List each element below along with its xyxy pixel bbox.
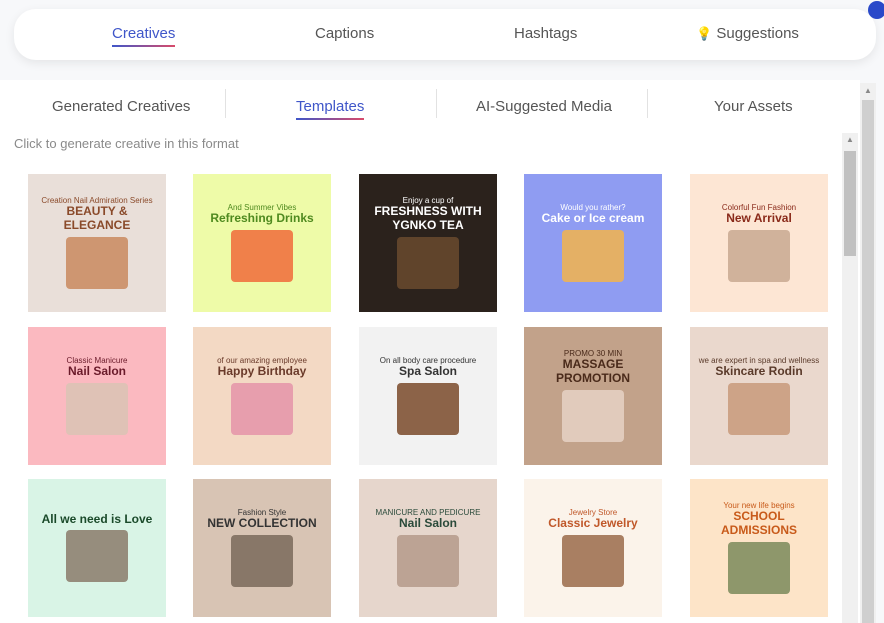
template-title: Nail Salon [398,516,457,531]
template-card[interactable]: MANICURE AND PEDICURE Nail Salon [359,479,497,617]
template-photo [66,530,128,583]
tab-suggestions[interactable]: 💡 Suggestions [696,25,799,42]
template-photo [397,236,459,289]
inner-scrollbar[interactable]: ▲ [842,133,858,623]
scroll-up-icon[interactable]: ▲ [843,135,857,144]
templates-panel: Generated Creatives Templates AI-Suggest… [0,80,860,623]
template-card[interactable]: Fashion Style NEW COLLECTION [193,479,331,617]
template-card[interactable]: Colorful Fun Fashion New Arrival [690,174,828,312]
template-title: Happy Birthday [217,364,307,379]
template-title: New Arrival [726,211,792,226]
template-card[interactable]: And Summer Vibes Refreshing Drinks [193,174,331,312]
lightbulb-icon: 💡 [696,26,713,41]
template-card[interactable]: Jewelry Store Classic Jewelry [524,479,662,617]
scrollbar-thumb[interactable] [844,151,856,256]
template-photo [562,389,624,442]
template-card[interactable]: PROMO 30 MIN MASSAGE PROMOTION [524,327,662,465]
scrollbar-thumb[interactable] [862,100,874,623]
template-photo [231,382,293,435]
template-title: Skincare Rodin [715,364,803,379]
template-photo [397,534,459,587]
template-card[interactable]: Your new life begins SCHOOL ADMISSIONS [690,479,828,617]
tab-creatives[interactable]: Creatives [112,25,176,47]
template-card[interactable]: we are expert in spa and wellness Skinca… [690,327,828,465]
subtab-generated-creatives[interactable]: Generated Creatives [52,98,190,115]
corner-badge [868,1,884,19]
scroll-up-icon[interactable]: ▲ [861,86,875,95]
template-photo [66,236,128,289]
template-photo [562,534,624,587]
divider [647,89,648,118]
template-card[interactable]: of our amazing employee Happy Birthday [193,327,331,465]
template-title: Spa Salon [398,364,457,379]
template-photo [728,229,790,282]
divider [225,89,226,118]
template-photo [562,229,624,282]
tab-suggestions-label: Suggestions [716,25,799,42]
template-title: Classic Jewelry [548,516,638,531]
template-title: BEAUTY & ELEGANCE [63,204,131,232]
template-photo [397,382,459,435]
template-card[interactable]: All we need is Love [28,479,166,617]
hint-text: Click to generate creative in this forma… [14,136,239,151]
outer-scrollbar[interactable]: ▲ [860,83,876,623]
subtab-your-assets[interactable]: Your Assets [714,98,793,115]
tab-hashtags[interactable]: Hashtags [514,25,577,42]
template-card[interactable]: Enjoy a cup of FRESHNESS WITH YGNKO TEA [359,174,497,312]
template-title: All we need is Love [41,511,153,526]
top-tab-bar: Creatives Captions Hashtags 💡 Suggestion… [14,1,884,60]
template-photo [231,534,293,587]
template-photo [728,382,790,435]
template-title: Nail Salon [67,364,126,379]
template-photo [728,541,790,594]
subtab-templates[interactable]: Templates [296,98,365,120]
template-photo [231,229,293,282]
template-card[interactable]: Would you rather? Cake or Ice cream [524,174,662,312]
template-photo [66,382,128,435]
template-title: SCHOOL ADMISSIONS [720,509,797,537]
template-title: Refreshing Drinks [210,211,314,226]
template-title: MASSAGE PROMOTION [556,357,630,385]
subtab-ai-suggested-media[interactable]: AI-Suggested Media [476,98,612,115]
template-title: Cake or Ice cream [541,211,645,226]
template-card[interactable]: Classic Manicure Nail Salon [28,327,166,465]
tab-captions[interactable]: Captions [315,25,374,42]
divider [436,89,437,118]
template-title: NEW COLLECTION [207,516,317,531]
template-card[interactable]: On all body care procedure Spa Salon [359,327,497,465]
template-title: FRESHNESS WITH YGNKO TEA [374,204,482,232]
template-card[interactable]: Creation Nail Admiration Series BEAUTY &… [28,174,166,312]
